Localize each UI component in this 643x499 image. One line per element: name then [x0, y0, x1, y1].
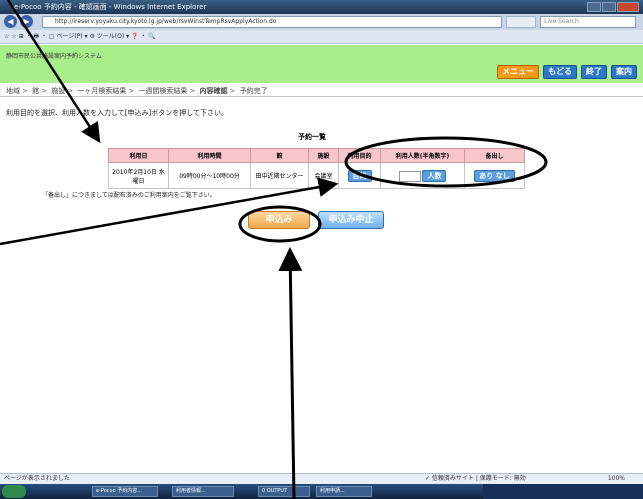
header-buttons: メニュー もどる 終了 案内 [497, 65, 637, 79]
option-cell: あり なし [464, 162, 525, 189]
column-header: 施設 [308, 148, 339, 163]
cancel-apply-button[interactable]: 申込み中止 [318, 211, 384, 229]
site-header: 静岡市民公共施設案内予約システム メニュー もどる 終了 案内 [0, 45, 643, 83]
breadcrumb-item-current: 内容確認 [199, 87, 228, 95]
taskbar-item[interactable]: 0 OUTPUT [258, 486, 310, 497]
back-button[interactable]: もどる [543, 65, 577, 79]
column-header: 利用時間 [168, 148, 251, 163]
table-row: 2010年2月10日 水曜日 09時00分～10時00分 田中近隣センター 会議… [108, 162, 525, 189]
command-bar[interactable]: ☆ ☆ ⊞ ・ 🖶 ・ ▢ ページ(P) ▾ ⚙ ツール(O) ▾ ❓ ・ 🔍 [0, 30, 643, 44]
status-bar: ページが表示されました ✓ 信頼済みサイト | 保護モード: 無効 100% [0, 473, 643, 484]
status-text: ページが表示されました [4, 475, 70, 482]
column-header: 备出し [464, 148, 525, 163]
address-bar-row: ◀ ▶ http://ireserv.yoyaku.city.kyoto.lg.… [0, 14, 643, 30]
reservation-table-title: 予約一覧 [298, 133, 326, 141]
search-input[interactable]: Live Search [540, 16, 636, 28]
help-button[interactable]: 案内 [611, 65, 637, 79]
count-cell: 人数 [380, 162, 465, 189]
column-header: 利用目的 [338, 148, 381, 163]
taskbar-item[interactable]: 利用者情報... [172, 486, 234, 497]
note-text: 「备出し」につきましては配布済みのご利用案内をご覧下さい。 [42, 192, 216, 199]
breadcrumb-item: 地域 [6, 87, 20, 95]
count-input[interactable] [398, 170, 421, 182]
breadcrumb-item: 施設 [51, 87, 66, 95]
breadcrumb-item: 館 [32, 87, 40, 95]
exit-button[interactable]: 終了 [581, 65, 607, 79]
start-button[interactable] [2, 485, 26, 498]
purpose-button[interactable]: 目的 [347, 169, 372, 182]
taskbar-item[interactable]: 利用申請... [316, 486, 372, 497]
address-input[interactable]: http://ireserv.yoyaku.city.kyoto.lg.jp/w… [42, 16, 502, 28]
refresh-stop-icon[interactable] [506, 16, 536, 28]
breadcrumb-item: 一ヶ月検索結果 [77, 87, 127, 95]
back-arrow-icon[interactable]: ◀ [4, 15, 17, 28]
apply-button[interactable]: 申込み [248, 211, 310, 229]
close-button[interactable] [617, 2, 639, 12]
instruction-text: 利用目的を選択、利用人数を入力して[申込み]ボタンを押して下さい。 [6, 109, 229, 117]
divider [0, 96, 643, 97]
forward-arrow-icon[interactable]: ▶ [20, 15, 33, 28]
time-cell: 09時00分～10時00分 [168, 162, 251, 189]
column-header: 利用日 [108, 148, 169, 163]
screen: e-Pocoo 予約内容 - 確認画面 - Windows Internet E… [0, 0, 643, 499]
minimize-button[interactable] [587, 2, 601, 12]
breadcrumb-item: 予約完了 [239, 87, 268, 95]
system-tray[interactable] [483, 484, 643, 499]
window-controls [587, 2, 639, 12]
date-cell: 2010年2月10日 水曜日 [108, 162, 169, 189]
column-header: 利用人数(半角数字) [380, 148, 465, 163]
table-header-row: 利用日 利用時間 館 施設 利用目的 利用人数(半角数字) 备出し [108, 148, 525, 163]
building-cell: 田中近隣センター [250, 162, 309, 189]
reservation-table: 利用日 利用時間 館 施設 利用目的 利用人数(半角数字) 备出し 2010年2… [108, 148, 525, 189]
purpose-cell: 目的 [338, 162, 381, 189]
facility-cell: 会議室 [308, 162, 339, 189]
taskbar: e-Pocoo 予約内容... 利用者情報... 0 OUTPUT 利用申請..… [0, 484, 643, 499]
maximize-button[interactable] [602, 2, 616, 12]
count-button[interactable]: 人数 [422, 169, 447, 182]
taskbar-item[interactable]: e-Pocoo 予約内容... [92, 486, 158, 497]
window-title: e-Pocoo 予約内容 - 確認画面 - Windows Internet E… [14, 3, 207, 11]
breadcrumb-item: 一週間検索結果 [138, 87, 188, 95]
site-title: 静岡市民公共施設案内予約システム [6, 53, 102, 60]
column-header: 館 [250, 148, 309, 163]
security-zone-text: ✓ 信頼済みサイト | 保護モード: 無効 [425, 475, 526, 482]
web-page: 静岡市民公共施設案内予約システム メニュー もどる 終了 案内 地域 > 館 > 施… [0, 45, 643, 465]
menu-button[interactable]: メニュー [497, 65, 540, 79]
breadcrumb: 地域 > 館 > 施設 > 一ヶ月検索結果 > 一週間検索結果 > 内容確認 > 予約完了 [6, 87, 268, 95]
option-toggle-button[interactable]: あり なし [474, 169, 515, 182]
browser-title-bar: e-Pocoo 予約内容 - 確認画面 - Windows Internet E… [0, 0, 643, 14]
zoom-level[interactable]: 100% [608, 474, 625, 484]
